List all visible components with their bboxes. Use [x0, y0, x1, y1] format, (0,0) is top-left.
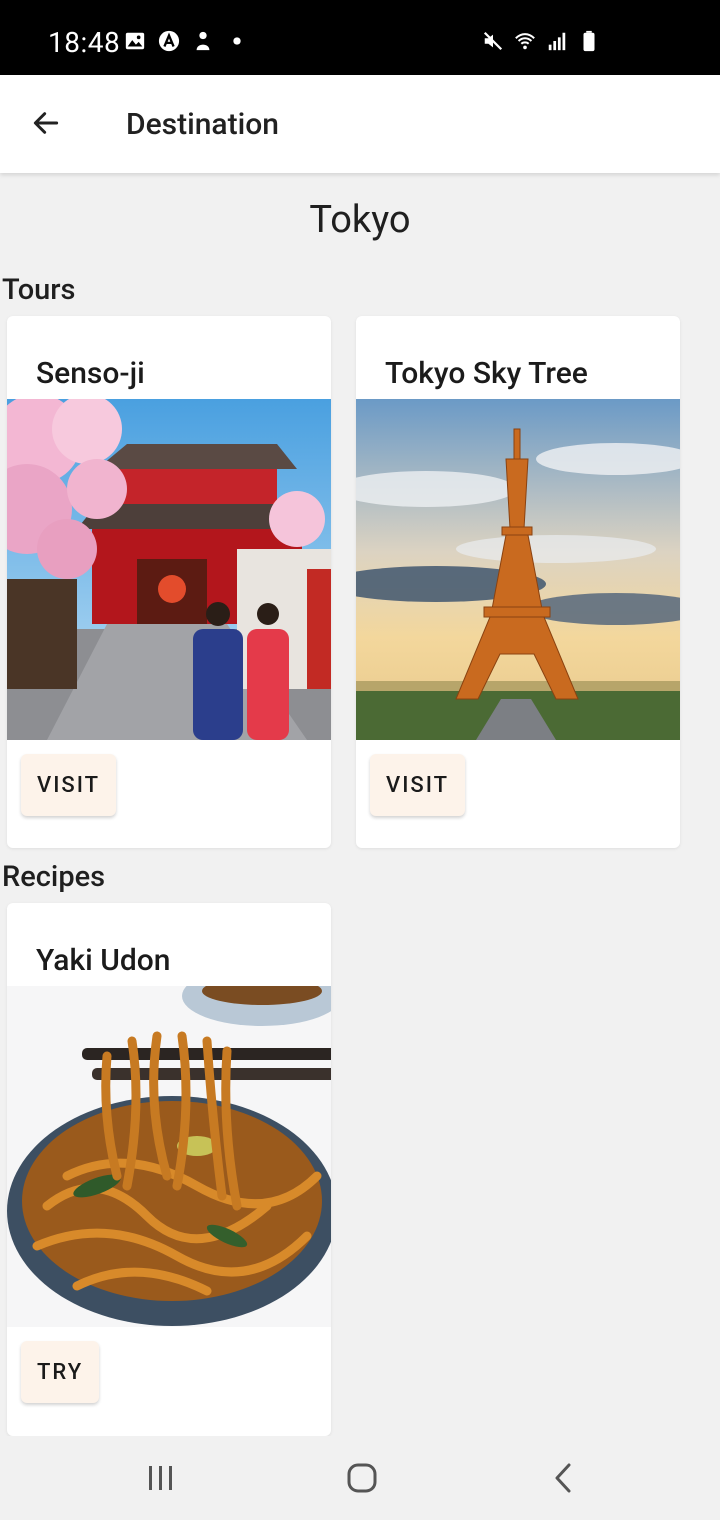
tour-card-tokyo-sky-tree: Tokyo Sky Tree VISIT [356, 316, 680, 848]
recents-button[interactable] [131, 1454, 191, 1502]
nav-back-button[interactable] [534, 1454, 594, 1502]
noodles-photo [7, 986, 331, 1327]
app-bar: Destination [0, 75, 720, 173]
status-time: 18:48 [48, 26, 121, 59]
tower-photo [356, 399, 680, 740]
back-button[interactable] [22, 99, 70, 147]
mute-icon [483, 31, 503, 51]
image-icon [125, 32, 145, 50]
wifi-icon [515, 33, 535, 50]
dot-icon [233, 37, 241, 45]
signal-icon [548, 32, 566, 51]
section-heading-recipes: Recipes [2, 860, 106, 894]
back-icon [555, 1463, 571, 1493]
city-title: Tokyo [309, 198, 411, 242]
system-navigation-bar [0, 1436, 720, 1520]
card-title: Yaki Udon [36, 943, 171, 978]
home-button[interactable] [332, 1454, 392, 1502]
section-heading-tours: Tours [2, 273, 76, 307]
status-right-icons [482, 30, 600, 52]
app-a-icon [158, 30, 180, 52]
notification-person-icon [196, 31, 210, 51]
arrow-left-icon [33, 112, 59, 134]
home-icon [347, 1463, 377, 1493]
recipe-card-yaki-udon: Yaki Udon TRY [7, 903, 331, 1436]
recents-icon [149, 1466, 172, 1490]
tour-card-senso-ji: Senso-ji VISIT [7, 316, 331, 848]
visit-button[interactable]: VISIT [370, 754, 466, 816]
status-left-icons [124, 30, 248, 52]
temple-photo [7, 399, 331, 740]
card-title: Tokyo Sky Tree [385, 356, 588, 391]
card-title: Senso-ji [36, 356, 145, 391]
page-title: Destination [126, 107, 279, 142]
status-bar: 18:48 [0, 0, 720, 75]
visit-button[interactable]: VISIT [21, 754, 117, 816]
try-button[interactable]: TRY [21, 1341, 100, 1403]
battery-icon [583, 30, 595, 52]
